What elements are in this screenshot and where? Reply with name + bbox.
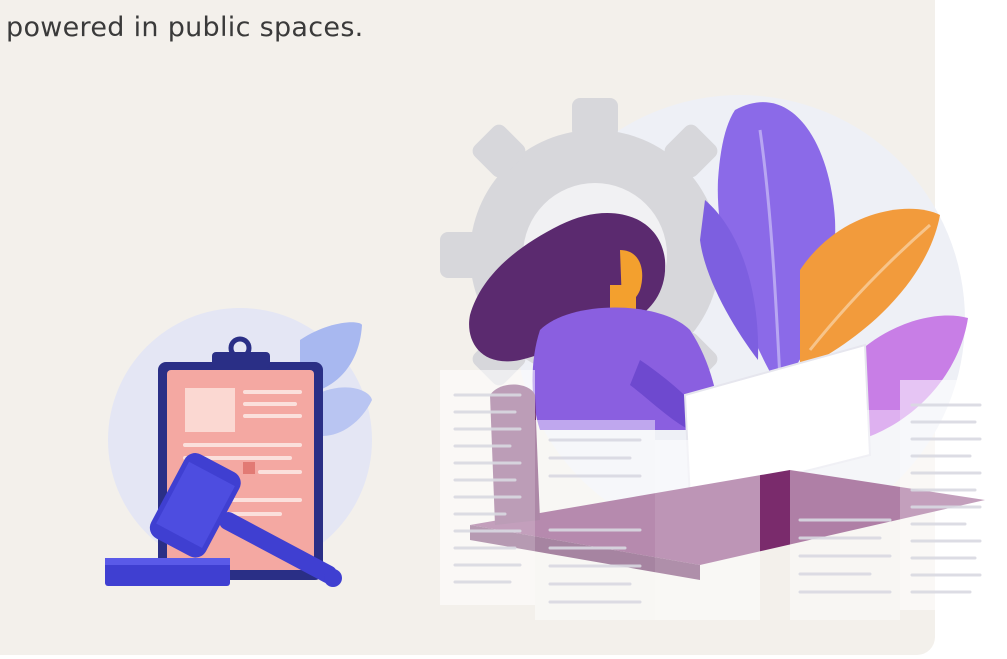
clipboard-clip bbox=[212, 352, 270, 368]
clipboard-with-gavel-illustration bbox=[105, 308, 372, 587]
illustration-canvas bbox=[105, 95, 995, 620]
paper-photo bbox=[185, 388, 235, 432]
woman-at-computer-illustration bbox=[440, 95, 995, 620]
paper-mark bbox=[243, 462, 255, 474]
